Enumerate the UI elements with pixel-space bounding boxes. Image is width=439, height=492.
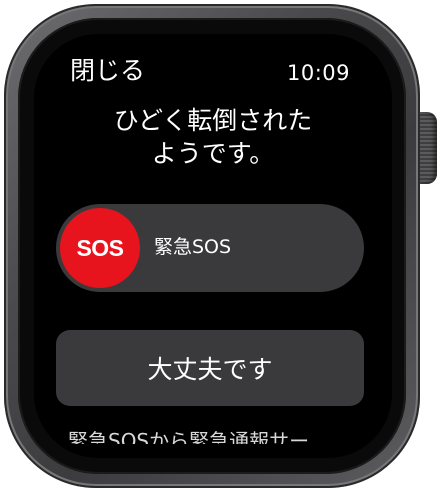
fall-detected-message: ひどく転倒された ようです。 [54, 104, 372, 170]
emergency-sos-slider[interactable]: SOS 緊急SOS [56, 204, 364, 292]
headline-line-1: ひどく転倒された [113, 106, 313, 135]
sos-knob-label: SOS [76, 234, 124, 261]
sos-slider-label: 緊急SOS [154, 236, 232, 258]
headline-line-2: ようです。 [151, 139, 275, 168]
footer-info-text: 緊急SOSから緊急通報サー [68, 429, 310, 444]
im-ok-button[interactable]: 大丈夫です [56, 330, 364, 406]
sos-slider-knob[interactable]: SOS [60, 208, 140, 288]
close-button[interactable]: 閉じる [70, 56, 145, 86]
watch-screen: 閉じる 10:09 ひどく転倒された ようです。 SOS 緊急SOS 大丈夫です… [34, 34, 392, 458]
status-time: 10:09 [286, 61, 350, 85]
watch-frame: 閉じる 10:09 ひどく転倒された ようです。 SOS 緊急SOS 大丈夫です… [0, 0, 439, 492]
